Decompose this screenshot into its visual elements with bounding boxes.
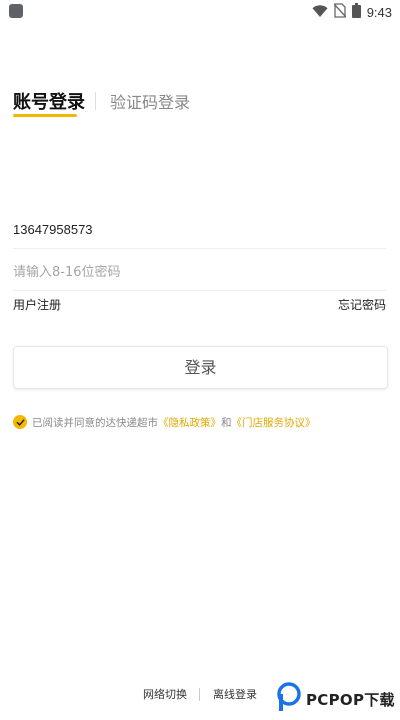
app-notification-icon [9, 4, 23, 18]
account-links: 用户注册 忘记密码 [13, 296, 386, 314]
offline-login-link[interactable]: 离线登录 [213, 686, 257, 702]
tab-account-login[interactable]: 账号登录 [13, 88, 85, 117]
privacy-policy-link[interactable]: 《隐私政策》 [158, 415, 221, 430]
status-icons: 9:43 [312, 2, 392, 22]
no-sim-icon [333, 2, 347, 22]
phone-field-divider [13, 248, 386, 249]
forgot-password-link[interactable]: 忘记密码 [338, 296, 386, 313]
store-service-agreement-link[interactable]: 《门店服务协议》 [232, 415, 316, 430]
battery-icon [351, 2, 361, 22]
password-input[interactable] [13, 261, 386, 283]
tab-divider [95, 92, 96, 110]
login-tabs: 账号登录 验证码登录 [13, 86, 190, 117]
agreement-row: 已阅读并同意的达快递超市 《隐私政策》 和 《门店服务协议》 [13, 414, 386, 430]
watermark: PCPOP下载 [276, 682, 395, 716]
wifi-icon [312, 3, 328, 22]
tab-verification-code-login[interactable]: 验证码登录 [110, 89, 190, 113]
status-bar: 9:43 [0, 0, 400, 24]
password-field-divider [13, 290, 386, 291]
agreement-prefix: 已阅读并同意的达快递超市 [32, 416, 158, 429]
watermark-text: PCPOP下载 [306, 690, 395, 709]
pcpop-logo-icon [276, 682, 302, 716]
agreement-checkbox[interactable] [13, 415, 27, 429]
network-switch-link[interactable]: 网络切换 [143, 686, 187, 702]
register-link[interactable]: 用户注册 [13, 296, 61, 313]
login-button[interactable]: 登录 [13, 346, 388, 389]
footer-divider [199, 688, 200, 701]
active-tab-indicator [13, 114, 77, 117]
phone-number-field[interactable]: 13647958573 [13, 222, 386, 242]
status-time: 9:43 [366, 4, 392, 20]
tab-account-login-label: 账号登录 [13, 92, 85, 113]
agreement-and: 和 [221, 416, 232, 429]
